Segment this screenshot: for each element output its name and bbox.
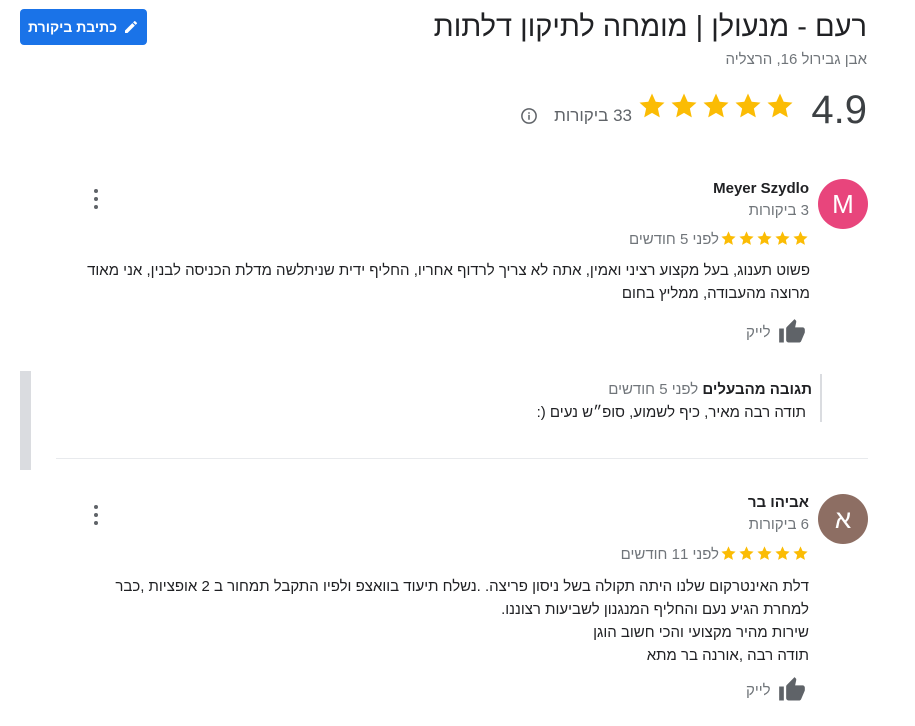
owner-reply-time: לפני 5 חודשים <box>608 381 699 398</box>
owner-reply-border <box>820 374 822 422</box>
review-divider <box>56 458 868 459</box>
business-address: אבן גבירול 16, הרצליה <box>725 51 867 68</box>
reviewer-avatar[interactable]: א <box>818 494 868 544</box>
review-text: דלת האינטרקום שלנו היתה תקולה בשל ניסון … <box>115 575 809 667</box>
owner-reply-header: תגובה מהבעלים לפני 5 חודשים <box>608 381 812 398</box>
star-icon <box>721 231 736 245</box>
reviewer-avatar[interactable]: M <box>818 179 868 229</box>
review-text-line: תודה רבה ,אורנה בר מתא <box>646 647 809 664</box>
business-title: רעם - מנעולן | מומחה לתיקון דלתות <box>433 11 867 43</box>
review-stars <box>720 545 809 562</box>
info-icon[interactable] <box>520 107 538 125</box>
star-icon <box>703 93 729 118</box>
owner-reply-text: תודה רבה מאיר, כיף לשמוע, סופ״ש נעים (: <box>536 404 806 421</box>
review-count: 33 ביקורות <box>554 106 632 125</box>
star-icon <box>721 546 736 560</box>
review-time: לפני 11 חודשים <box>620 546 719 563</box>
avatar-letter: א <box>834 503 852 534</box>
star-icon <box>739 546 754 560</box>
star-icon <box>735 93 761 118</box>
review-text-line: שירות מהיר מקצועי והכי חשוב הוגן <box>593 624 809 641</box>
reviewer-review-count: 3 ביקורות <box>748 202 809 219</box>
review-text: פשוט תענוג, בעל מקצוע רציני ואמין, אתה ל… <box>87 262 810 302</box>
star-icon <box>793 231 808 245</box>
review-time: לפני 5 חודשים <box>628 231 719 248</box>
star-icon <box>671 93 697 118</box>
write-review-button[interactable]: כתיבת ביקורת <box>20 9 147 45</box>
thumb-up-icon <box>778 677 805 701</box>
like-button[interactable]: לייק <box>746 318 807 346</box>
star-icon <box>775 231 790 245</box>
reviewer-name[interactable]: אביהו בר <box>748 494 809 511</box>
star-icon <box>767 93 793 118</box>
avatar-letter: M <box>832 188 854 219</box>
like-button[interactable]: לייק <box>746 676 807 704</box>
star-icon <box>757 546 772 560</box>
star-icon <box>757 231 772 245</box>
thumb-up-icon <box>778 319 805 343</box>
star-icon <box>793 546 808 560</box>
star-icon <box>639 93 665 118</box>
star-icon <box>739 231 754 245</box>
review-stars <box>720 230 809 247</box>
star-icon <box>775 546 790 560</box>
review-text-line: למחרת הגיע נעם והחליף המנגנון לשביעות רצ… <box>501 601 809 618</box>
owner-reply-label: תגובה מהבעלים <box>702 381 812 398</box>
review-text-line: דלת האינטרקום שלנו היתה תקולה בשל ניסון … <box>115 578 809 595</box>
reviewer-name[interactable]: Meyer Szydlo <box>713 180 809 197</box>
more-options-icon[interactable] <box>92 505 100 525</box>
more-options-icon[interactable] <box>92 189 100 209</box>
average-rating: 4.9 <box>811 88 867 132</box>
reviewer-review-count: 6 ביקורות <box>748 516 809 533</box>
write-review-label: כתיבת ביקורת <box>28 19 117 35</box>
like-label: לייק <box>746 323 771 341</box>
scrollbar[interactable] <box>20 371 31 470</box>
like-label: לייק <box>746 681 771 699</box>
pencil-icon <box>124 20 137 33</box>
average-rating-stars <box>637 91 795 129</box>
